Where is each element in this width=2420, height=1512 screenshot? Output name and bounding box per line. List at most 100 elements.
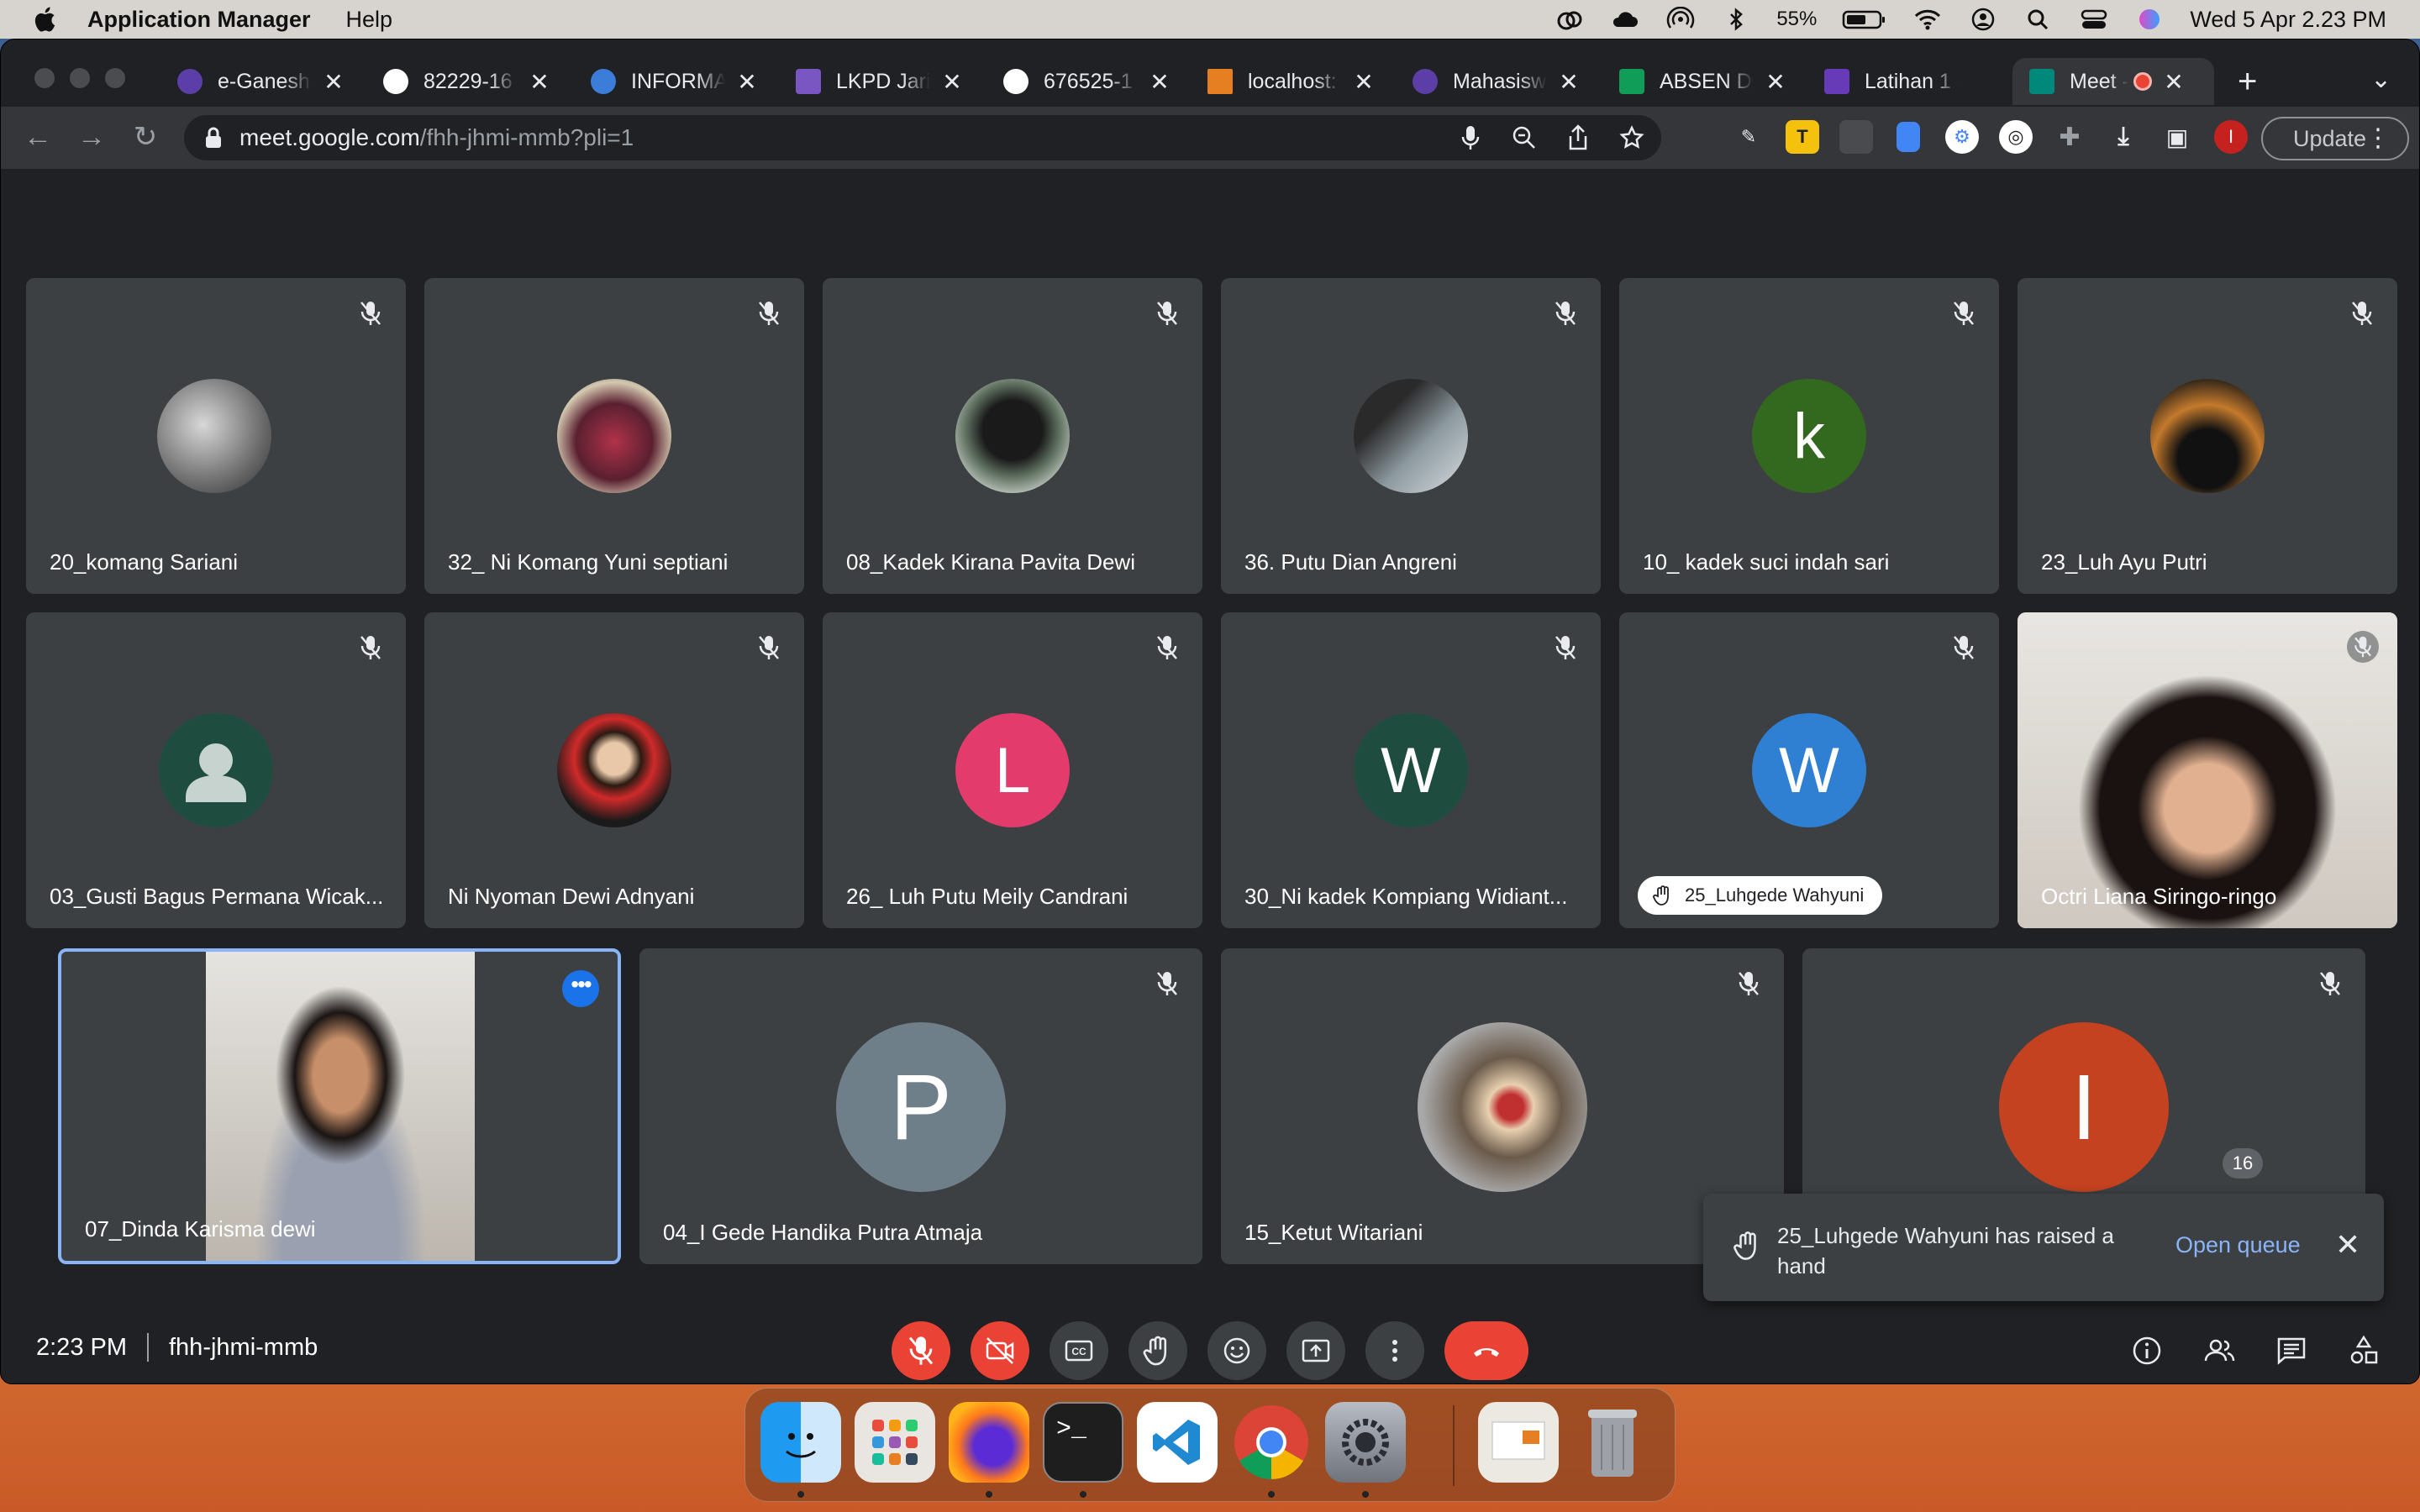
- wifi-icon[interactable]: [1912, 7, 1943, 32]
- finder-icon[interactable]: [760, 1402, 841, 1483]
- tab-meet-active[interactable]: Meet - ✕: [2012, 58, 2214, 105]
- tab-search-chevron-icon[interactable]: ⌄: [2370, 65, 2391, 94]
- participant-video-tile[interactable]: Octri Liana Siringo-ringo: [2018, 612, 2397, 928]
- download-icon[interactable]: ⤓: [2107, 120, 2140, 154]
- tab-lkpd[interactable]: LKPD Jarir ✕: [796, 58, 962, 105]
- siri-icon[interactable]: [2134, 7, 2165, 32]
- system-preferences-icon[interactable]: [1325, 1402, 1406, 1483]
- participant-tile[interactable]: 23_Luh Ayu Putri: [2018, 278, 2397, 594]
- new-tab-button[interactable]: +: [2238, 63, 2257, 101]
- participant-tile[interactable]: 15_Ketut Witariani: [1221, 948, 1784, 1264]
- creative-cloud-icon[interactable]: [1555, 7, 1585, 32]
- trash-icon[interactable]: [1572, 1402, 1653, 1483]
- user-account-icon[interactable]: [1968, 7, 1998, 32]
- tab-latihan[interactable]: Latihan 1 -: [1824, 58, 1959, 105]
- t-extension-icon[interactable]: T: [1786, 120, 1819, 154]
- active-app-name[interactable]: Application Manager: [87, 7, 311, 33]
- close-tab-icon[interactable]: ✕: [1150, 68, 1170, 96]
- profile-avatar[interactable]: I: [2214, 120, 2248, 154]
- close-window-button[interactable]: [34, 68, 55, 88]
- close-tab-icon[interactable]: ✕: [1354, 68, 1374, 96]
- open-queue-button[interactable]: Open queue: [2175, 1232, 2301, 1258]
- participant-tile[interactable]: W 30_Ni kadek Kompiang Widiant...: [1221, 612, 1601, 928]
- microphone-off-button[interactable]: [892, 1321, 950, 1380]
- airdrop-icon[interactable]: [1665, 7, 1696, 32]
- participant-tile[interactable]: P 04_I Gede Handika Putra Atmaja: [639, 948, 1202, 1264]
- participant-tile[interactable]: 32_ Ni Komang Yuni septiani: [424, 278, 804, 594]
- minimize-window-button[interactable]: [70, 68, 90, 88]
- reactions-button[interactable]: [1207, 1321, 1266, 1380]
- microphone-permission-icon[interactable]: [1458, 123, 1483, 152]
- vscode-icon[interactable]: [1137, 1402, 1218, 1483]
- lock-icon[interactable]: [204, 127, 223, 149]
- close-tab-icon[interactable]: ✕: [2164, 68, 2184, 96]
- camera-off-button[interactable]: [971, 1321, 1029, 1380]
- participant-tile[interactable]: L 26_ Luh Putu Meily Candrani: [823, 612, 1202, 928]
- leave-call-button[interactable]: [1444, 1321, 1528, 1380]
- tab-82229[interactable]: 82229-16 ✕: [383, 58, 550, 105]
- participant-tile[interactable]: W 25_Luhgede Wahyuni: [1619, 612, 1999, 928]
- pen-extension-icon[interactable]: ✎: [1732, 120, 1765, 154]
- launchpad-icon[interactable]: [855, 1402, 935, 1483]
- activities-button[interactable]: [2340, 1321, 2387, 1380]
- zoom-window-button[interactable]: [105, 68, 125, 88]
- close-tab-icon[interactable]: ✕: [737, 68, 757, 96]
- reload-button[interactable]: ↻: [129, 120, 162, 154]
- chat-button[interactable]: [2268, 1321, 2315, 1380]
- bookmark-star-icon[interactable]: [1619, 123, 1644, 152]
- close-notification-icon[interactable]: ✕: [2335, 1227, 2360, 1263]
- close-tab-icon[interactable]: ✕: [942, 68, 962, 96]
- back-button[interactable]: ←: [21, 120, 55, 154]
- terminal-icon[interactable]: >_: [1043, 1402, 1123, 1483]
- address-bar[interactable]: meet.google.com/fhh-jhmi-mmb?pli=1: [184, 115, 1661, 160]
- participant-tile[interactable]: k 10_ kadek suci indah sari: [1619, 278, 1999, 594]
- tab-absen[interactable]: ABSEN DA ✕: [1619, 58, 1786, 105]
- control-center-icon[interactable]: [2079, 7, 2109, 32]
- recent-document-icon[interactable]: [1478, 1402, 1559, 1483]
- meeting-details-button[interactable]: [2123, 1321, 2170, 1380]
- gear-extension-icon[interactable]: ⚙: [1945, 120, 1979, 154]
- spotlight-search-icon[interactable]: [2023, 7, 2054, 32]
- apple-menu-icon[interactable]: [32, 5, 57, 34]
- raised-hand-chip[interactable]: 25_Luhgede Wahyuni: [1638, 876, 1883, 915]
- participant-tile[interactable]: 36. Putu Dian Angreni: [1221, 278, 1601, 594]
- tab-localhost[interactable]: localhost: ✕: [1207, 58, 1374, 105]
- present-screen-button[interactable]: [1286, 1321, 1345, 1380]
- more-options-button[interactable]: [1365, 1321, 1424, 1380]
- tab-e-ganesha[interactable]: e-Ganesha ✕: [177, 58, 344, 105]
- menubar-clock[interactable]: Wed 5 Apr 2.23 PM: [2190, 7, 2386, 33]
- help-menu[interactable]: Help: [346, 7, 393, 33]
- tab-informat[interactable]: INFORMAT ✕: [591, 58, 757, 105]
- close-tab-icon[interactable]: ✕: [324, 68, 344, 96]
- participant-tile[interactable]: 03_Gusti Bagus Permana Wicak...: [26, 612, 406, 928]
- url-text[interactable]: meet.google.com/fhh-jhmi-mmb?pli=1: [239, 124, 634, 151]
- battery-icon[interactable]: [1842, 7, 1887, 32]
- icloud-icon[interactable]: [1610, 7, 1640, 32]
- update-button[interactable]: Update ⋮: [2261, 117, 2409, 160]
- bluetooth-icon[interactable]: [1721, 7, 1751, 32]
- more-options-button[interactable]: •••: [562, 970, 599, 1007]
- zoom-icon[interactable]: [1512, 123, 1537, 152]
- record-extension-icon[interactable]: ◎: [1999, 120, 2033, 154]
- people-button[interactable]: [2196, 1321, 2243, 1380]
- share-icon[interactable]: [1565, 123, 1591, 152]
- docs-extension-icon[interactable]: [1897, 122, 1920, 152]
- tab-mahasiswa[interactable]: Mahasiswa ✕: [1413, 58, 1579, 105]
- close-tab-icon[interactable]: ✕: [1559, 68, 1579, 96]
- extension-icon[interactable]: [1839, 120, 1873, 154]
- more-vert-icon[interactable]: ⋮: [2365, 123, 2391, 153]
- side-panel-icon[interactable]: ▣: [2160, 120, 2194, 154]
- tab-676525[interactable]: 676525-1 ✕: [1003, 58, 1170, 105]
- puzzle-extensions-icon[interactable]: ✚: [2053, 120, 2086, 154]
- participant-tile[interactable]: Ni Nyoman Dewi Adnyani: [424, 612, 804, 928]
- participant-tile[interactable]: 20_komang Sariani: [26, 278, 406, 594]
- close-tab-icon[interactable]: ✕: [529, 68, 550, 96]
- participant-tile[interactable]: 08_Kadek Kirana Pavita Dewi: [823, 278, 1202, 594]
- firefox-icon[interactable]: [949, 1402, 1029, 1483]
- close-tab-icon[interactable]: ✕: [1765, 68, 1786, 96]
- raise-hand-button[interactable]: [1128, 1321, 1187, 1380]
- captions-button[interactable]: CC: [1050, 1321, 1108, 1380]
- self-video-tile[interactable]: ••• 07_Dinda Karisma dewi: [58, 948, 621, 1264]
- chrome-icon[interactable]: [1231, 1402, 1312, 1483]
- forward-button[interactable]: →: [75, 120, 108, 154]
